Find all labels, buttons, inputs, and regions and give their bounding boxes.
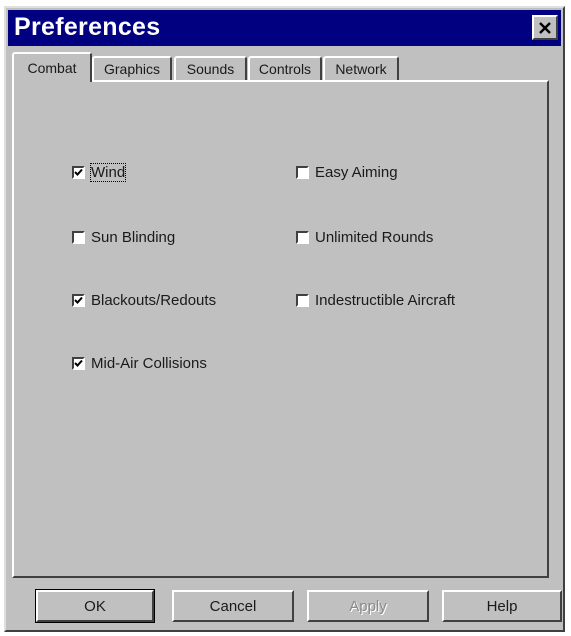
help-label: Help [486,597,518,615]
close-button[interactable] [532,15,558,40]
wind-label: Wind [89,163,127,182]
easy-aiming-checkbox[interactable] [296,166,309,179]
unlimited-rounds-label: Unlimited Rounds [315,229,434,246]
blackouts-label: Blackouts/Redouts [91,292,217,309]
check-icon [74,168,83,176]
close-icon [539,21,551,34]
unlimited-rounds-checkbox[interactable] [296,231,309,244]
tab-label: Combat [27,60,77,76]
indestructible-checkbox[interactable] [296,294,309,307]
sun-blinding-label: Sun Blinding [91,229,176,246]
sun-blinding-option[interactable]: Sun Blinding [72,229,175,246]
apply-label: Apply [349,597,387,615]
cancel-button[interactable]: Cancel [172,590,294,622]
check-icon [74,296,83,304]
midair-option[interactable]: Mid-Air Collisions [72,355,207,372]
tab-label: Controls [258,61,312,77]
blackouts-option[interactable]: Blackouts/Redouts [72,292,216,309]
ok-label: OK [84,597,106,615]
wind-option[interactable]: Wind [72,163,127,182]
midair-label: Mid-Air Collisions [91,355,207,372]
wind-checkbox[interactable] [72,166,85,179]
unlimited-rounds-option[interactable]: Unlimited Rounds [296,229,433,246]
tab-sounds[interactable]: Sounds [174,56,247,80]
sun-blinding-checkbox[interactable] [72,231,85,244]
tab-combat[interactable]: Combat [12,52,92,82]
tab-network[interactable]: Network [323,56,399,80]
tab-label: Graphics [103,61,161,77]
apply-button[interactable]: Apply [307,590,429,622]
help-button[interactable]: Help [442,590,562,622]
blackouts-checkbox[interactable] [72,294,85,307]
cancel-label: Cancel [209,597,257,615]
easy-aiming-label: Easy Aiming [315,164,398,181]
tab-controls[interactable]: Controls [248,56,322,80]
tab-label: Network [335,61,387,77]
window-title: Preferences [14,13,161,41]
combat-panel: Wind Sun Blinding Blackouts/Redouts Mid-… [12,80,549,578]
tab-label: Sounds [186,61,235,77]
check-icon [74,359,83,367]
indestructible-label: Indestructible Aircraft [315,292,456,309]
title-bar[interactable]: Preferences [8,10,561,46]
indestructible-option[interactable]: Indestructible Aircraft [296,292,455,309]
ok-button[interactable]: OK [35,589,155,623]
midair-checkbox[interactable] [72,357,85,370]
tab-graphics[interactable]: Graphics [92,56,172,80]
easy-aiming-option[interactable]: Easy Aiming [296,164,398,181]
